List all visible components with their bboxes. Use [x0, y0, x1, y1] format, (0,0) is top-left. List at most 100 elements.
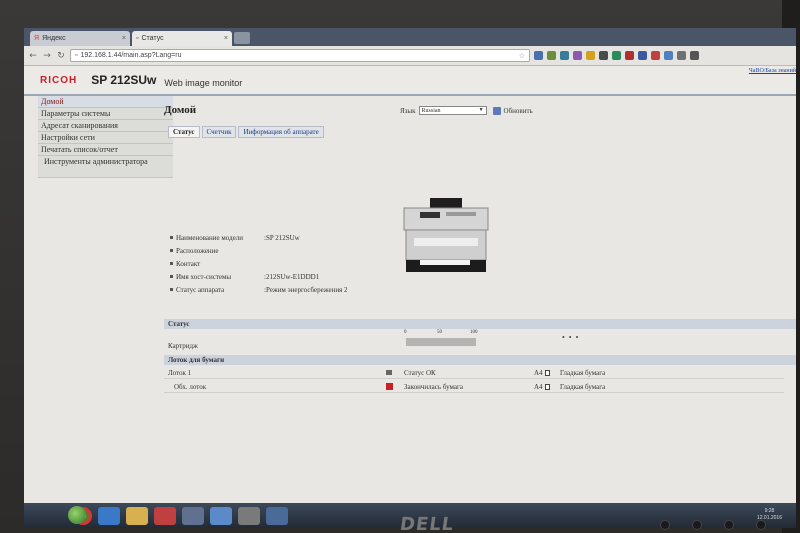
sidebar-item-system-settings[interactable]: Параметры системы [38, 108, 173, 120]
bullet-icon [170, 288, 173, 291]
extension-icon[interactable] [547, 51, 556, 60]
extension-icon[interactable] [612, 51, 621, 60]
address-bar: ← → ↻ ▫ 192.168.1.44/main.asp?Lang=ru ☆ [24, 46, 796, 66]
extension-icon[interactable] [586, 51, 595, 60]
browser-tab-label: Яндекс [42, 35, 66, 42]
browser-tab-yandex[interactable]: Я Яндекс × [30, 31, 130, 46]
url-text: 192.168.1.44/main.asp?Lang=ru [80, 52, 182, 59]
forward-icon[interactable]: → [42, 51, 52, 61]
extension-icon[interactable] [573, 51, 582, 60]
page-title: Домой [164, 104, 197, 116]
extension-icon[interactable] [560, 51, 569, 60]
paper-type: Гладкая бумага [560, 383, 606, 391]
cartridge-level-bar [406, 338, 476, 346]
info-value: :SP 212SUw [264, 234, 300, 242]
ie-icon[interactable] [98, 506, 120, 525]
monitor-button[interactable] [756, 520, 766, 530]
tab-status[interactable]: Статус [168, 126, 200, 138]
url-input[interactable]: ▫ 192.168.1.44/main.asp?Lang=ru ☆ [70, 49, 530, 62]
main-content: Домой Язык Russian ▼ Обновить Статус Сче… [164, 96, 796, 503]
app-icon[interactable] [154, 506, 176, 525]
back-icon[interactable]: ← [28, 51, 38, 61]
refresh-icon[interactable] [492, 106, 501, 115]
extension-icon[interactable] [599, 51, 608, 60]
tab-device-info[interactable]: Информация об аппарате [238, 126, 324, 138]
status-ok-icon [386, 370, 392, 375]
printer-image [403, 198, 489, 272]
start-button[interactable] [68, 506, 86, 524]
extension-icon[interactable] [625, 51, 634, 60]
language-selector: Язык Russian ▼ Обновить [400, 106, 533, 115]
bullet-icon [170, 275, 173, 278]
web-page: RICOH SP 212SUw Web image monitor ЧаВО/Б… [24, 66, 796, 503]
scale-tick: 0 [404, 330, 407, 335]
sidebar-item-print-report[interactable]: Печатать список/отчет [38, 144, 173, 156]
cartridge-dots: • • • [562, 333, 580, 342]
tray-status: Статус ОК [404, 369, 436, 377]
monitor-buttons [660, 520, 766, 530]
bullet-icon [170, 249, 173, 252]
extension-icon[interactable] [534, 51, 543, 60]
sidebar-item-network-settings[interactable]: Настройки сети [38, 132, 173, 144]
info-value: :212SUw-E1DDD1 [264, 273, 320, 281]
language-dropdown[interactable]: Russian ▼ [418, 106, 487, 115]
brand-logo: RICOH [40, 74, 78, 86]
table-row: Обх. лоток Закончилась бумага A4 Гладкая… [164, 383, 784, 393]
monitor-button[interactable] [724, 520, 734, 530]
close-icon[interactable]: × [224, 35, 228, 42]
paper-icon [545, 370, 550, 376]
tray-section-header: Лоток для бумаги [164, 355, 796, 365]
app-icon[interactable] [238, 506, 260, 525]
paper-icon [545, 384, 550, 390]
app-icon[interactable] [210, 506, 232, 525]
sidebar-item-scan-destination[interactable]: Адресат сканирования [38, 120, 173, 132]
star-icon[interactable]: ☆ [519, 52, 525, 60]
folder-icon[interactable] [126, 506, 148, 525]
info-row: Контакт [170, 260, 264, 268]
bullet-icon [170, 236, 173, 239]
language-label: Язык [400, 106, 416, 115]
info-label: Статус аппарата [176, 286, 225, 294]
tray-status: Закончилась бумага [404, 383, 463, 391]
error-icon [386, 383, 393, 390]
app-icon[interactable] [266, 506, 288, 525]
monitor-button[interactable] [692, 520, 702, 530]
favicon-icon: Я [34, 35, 40, 42]
extension-icon[interactable] [677, 51, 686, 60]
info-row: Расположение [170, 247, 264, 255]
close-icon[interactable]: × [122, 35, 126, 42]
reload-icon[interactable]: ↻ [56, 51, 66, 61]
sidebar-item-home[interactable]: Домой [38, 96, 173, 108]
browser-tab-status[interactable]: ▫ Статус × [132, 31, 232, 46]
app-icon[interactable] [182, 506, 204, 525]
paper-size: A4 [534, 383, 543, 391]
extension-icon[interactable] [664, 51, 673, 60]
sidebar-item-admin-tools[interactable]: Инструменты администратора [38, 156, 173, 178]
new-tab-button[interactable] [234, 32, 250, 44]
clock-time: 9:28 [764, 508, 775, 514]
monitor-button[interactable] [660, 520, 670, 530]
paper-size: A4 [534, 369, 543, 377]
sidebar: Домой Параметры системы Адресат сканиров… [38, 96, 173, 178]
page-header: RICOH SP 212SUw Web image monitor ЧаВО/Б… [24, 66, 796, 96]
tray-name: Лоток 1 [168, 369, 192, 377]
model-name: SP 212SUw [91, 73, 157, 87]
browser-tab-label: Статус [141, 35, 164, 42]
info-label: Наименование модели [176, 234, 243, 242]
info-row: Наименование модели :SP 212SUw [170, 234, 300, 242]
scale-tick: 100 [470, 330, 478, 335]
table-row: Лоток 1 Статус ОК A4 Гладкая бумага [164, 369, 784, 379]
app-subtitle: Web image monitor [164, 78, 243, 88]
menu-icon[interactable] [690, 51, 699, 60]
extension-icon[interactable] [651, 51, 660, 60]
paper-type: Гладкая бумага [560, 369, 606, 377]
tab-counter[interactable]: Счетчик [201, 126, 237, 138]
info-label: Контакт [176, 260, 201, 268]
chevron-down-icon: ▼ [478, 108, 484, 113]
page-icon: ▫ [136, 35, 139, 42]
refresh-button[interactable]: Обновить [504, 107, 533, 115]
help-link[interactable]: ЧаВО/База знаний [749, 68, 796, 74]
screen: Я Яндекс × ▫ Статус × ← → ↻ ▫ 192.168.1.… [24, 28, 796, 503]
status-section-header: Статус [164, 319, 796, 329]
extension-icon[interactable] [638, 51, 647, 60]
